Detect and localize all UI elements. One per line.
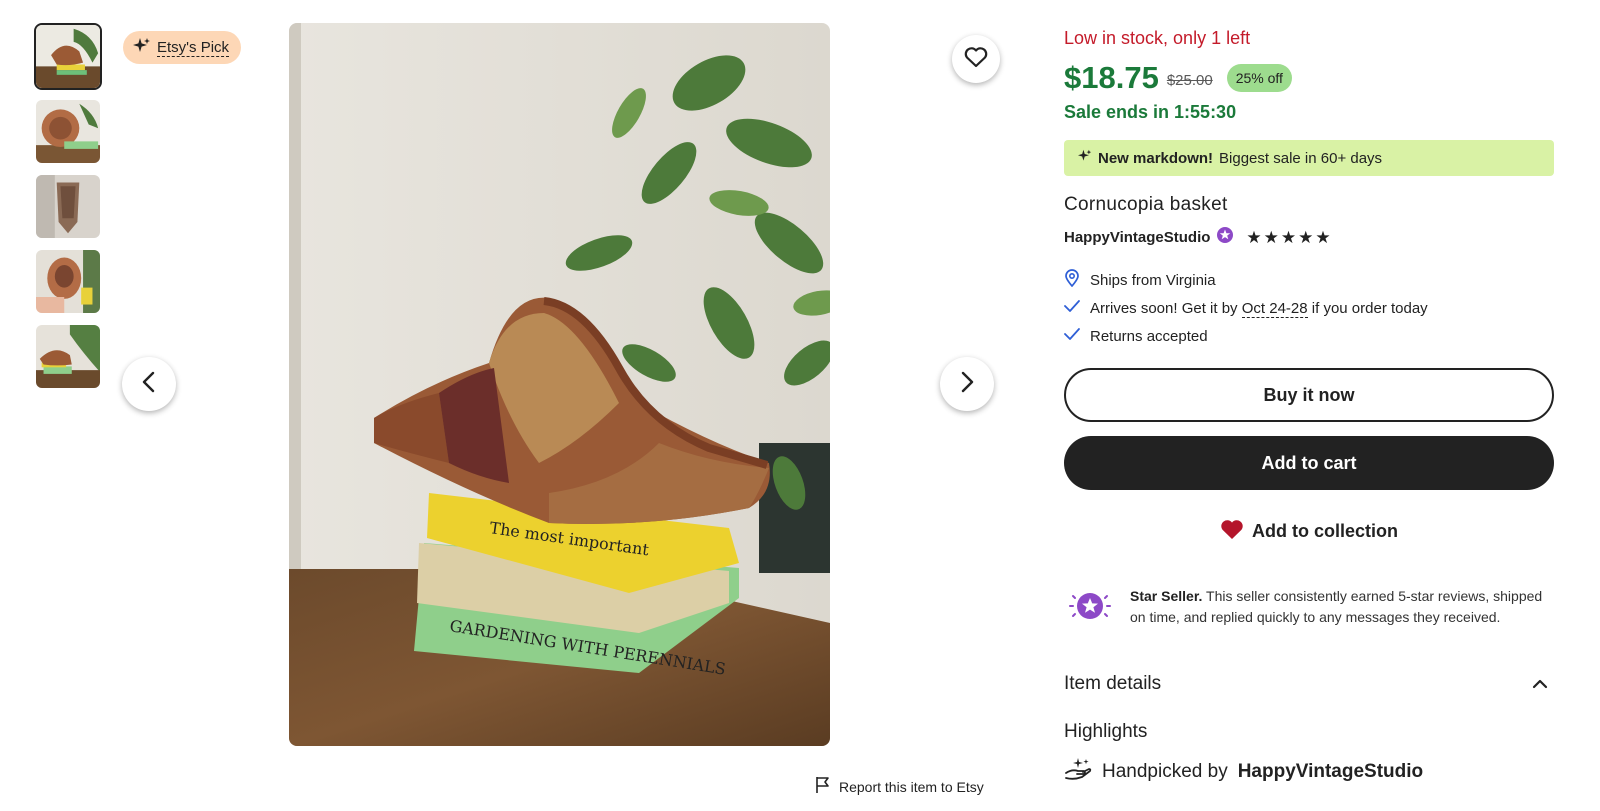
chevron-right-icon xyxy=(959,371,975,398)
report-item-link[interactable]: Report this item to Etsy xyxy=(815,776,984,797)
heart-filled-icon xyxy=(1220,518,1244,545)
item-details-label: Item details xyxy=(1064,673,1162,694)
star-icon: ★ xyxy=(1298,227,1314,247)
star-icon: ★ xyxy=(1315,227,1331,247)
handpicked-prefix: Handpicked by xyxy=(1102,761,1228,782)
sparkle-icon xyxy=(1078,149,1092,167)
listing-title: Cornucopia basket xyxy=(1064,194,1228,215)
star-seller-text: Star Seller. This seller consistently ea… xyxy=(1130,586,1554,631)
check-icon xyxy=(1064,327,1080,345)
discount-badge: 25% off xyxy=(1226,64,1292,92)
thumbnail-3[interactable] xyxy=(34,173,102,240)
thumbnail-2[interactable] xyxy=(34,98,102,165)
sparkle-icon xyxy=(133,37,151,59)
shop-row: HappyVintageStudio ★ ★ ★ ★ ★ xyxy=(1064,226,1554,248)
etsys-pick-label: Etsy's Pick xyxy=(157,38,230,57)
returns-row: Returns accepted xyxy=(1064,322,1554,350)
ships-from-row: Ships from Virginia xyxy=(1064,266,1554,294)
ships-from-text: Ships from Virginia xyxy=(1090,271,1216,289)
rating-stars[interactable]: ★ ★ ★ ★ ★ xyxy=(1246,229,1330,246)
star-seller-info: Star Seller. This seller consistently ea… xyxy=(1064,586,1554,631)
etsys-pick-badge[interactable]: Etsy's Pick xyxy=(123,31,242,64)
thumbnail-4[interactable] xyxy=(34,248,102,315)
arrival-suffix: if you order today xyxy=(1311,299,1428,317)
thumbnail-list xyxy=(34,23,102,398)
check-icon xyxy=(1064,299,1080,317)
chevron-up-icon xyxy=(1532,673,1548,695)
add-to-collection-button[interactable]: Add to collection xyxy=(1064,504,1554,558)
star-icon: ★ xyxy=(1246,227,1262,247)
thumbnail-1[interactable] xyxy=(34,23,102,90)
star-seller-icon xyxy=(1064,586,1116,631)
previous-image-button[interactable] xyxy=(122,357,176,411)
heart-outline-icon xyxy=(964,46,988,73)
star-icon: ★ xyxy=(1280,227,1297,247)
main-product-image: The most important GARDENING WITH PERENN… xyxy=(289,23,830,746)
arrival-dates[interactable]: Oct 24-28 xyxy=(1241,299,1308,318)
thumbnail-5[interactable] xyxy=(34,323,102,390)
markdown-banner: New markdown! Biggest sale in 60+ days xyxy=(1064,140,1554,176)
original-price: $25.00 xyxy=(1166,71,1213,89)
add-to-cart-button[interactable]: Add to cart xyxy=(1064,436,1554,490)
markdown-text: Biggest sale in 60+ days xyxy=(1219,149,1383,167)
arrival-text: Arrives soon! Get it by Oct 24-28 if you… xyxy=(1090,299,1428,318)
item-details-toggle[interactable]: Item details xyxy=(1064,673,1554,695)
arrival-prefix: Arrives soon! Get it by xyxy=(1090,299,1238,317)
price-row: $18.75 $25.00 25% off xyxy=(1064,58,1554,98)
highlights-heading: Highlights xyxy=(1064,721,1148,742)
favorite-button[interactable] xyxy=(952,35,1000,83)
add-to-collection-label: Add to collection xyxy=(1252,520,1398,541)
next-image-button[interactable] xyxy=(940,357,994,411)
star-seller-title: Star Seller. xyxy=(1130,588,1203,604)
location-pin-icon xyxy=(1064,269,1080,291)
arrival-row: Arrives soon! Get it by Oct 24-28 if you… xyxy=(1064,294,1554,322)
buy-it-now-button[interactable]: Buy it now xyxy=(1064,368,1554,422)
current-price: $18.75 xyxy=(1064,60,1159,95)
handpicked-row: Handpicked by HappyVintageStudio xyxy=(1064,757,1554,787)
shipping-info: Ships from Virginia Arrives soon! Get it… xyxy=(1064,266,1554,350)
stock-status: Low in stock, only 1 left xyxy=(1064,28,1251,48)
markdown-bold: New markdown! xyxy=(1098,149,1214,167)
sale-ends: Sale ends in 1:55:30 xyxy=(1064,102,1237,122)
hand-sparkle-icon xyxy=(1064,757,1092,787)
returns-text[interactable]: Returns accepted xyxy=(1090,328,1208,345)
shop-name-link[interactable]: HappyVintageStudio xyxy=(1064,229,1210,246)
handpicked-shop[interactable]: HappyVintageStudio xyxy=(1238,761,1423,783)
star-seller-badge-icon xyxy=(1216,226,1234,248)
listing-info-panel: Low in stock, only 1 left $18.75 $25.00 … xyxy=(1064,28,1554,787)
flag-icon xyxy=(815,776,831,797)
star-icon: ★ xyxy=(1263,227,1279,247)
report-label: Report this item to Etsy xyxy=(839,778,984,795)
chevron-left-icon xyxy=(141,371,157,398)
